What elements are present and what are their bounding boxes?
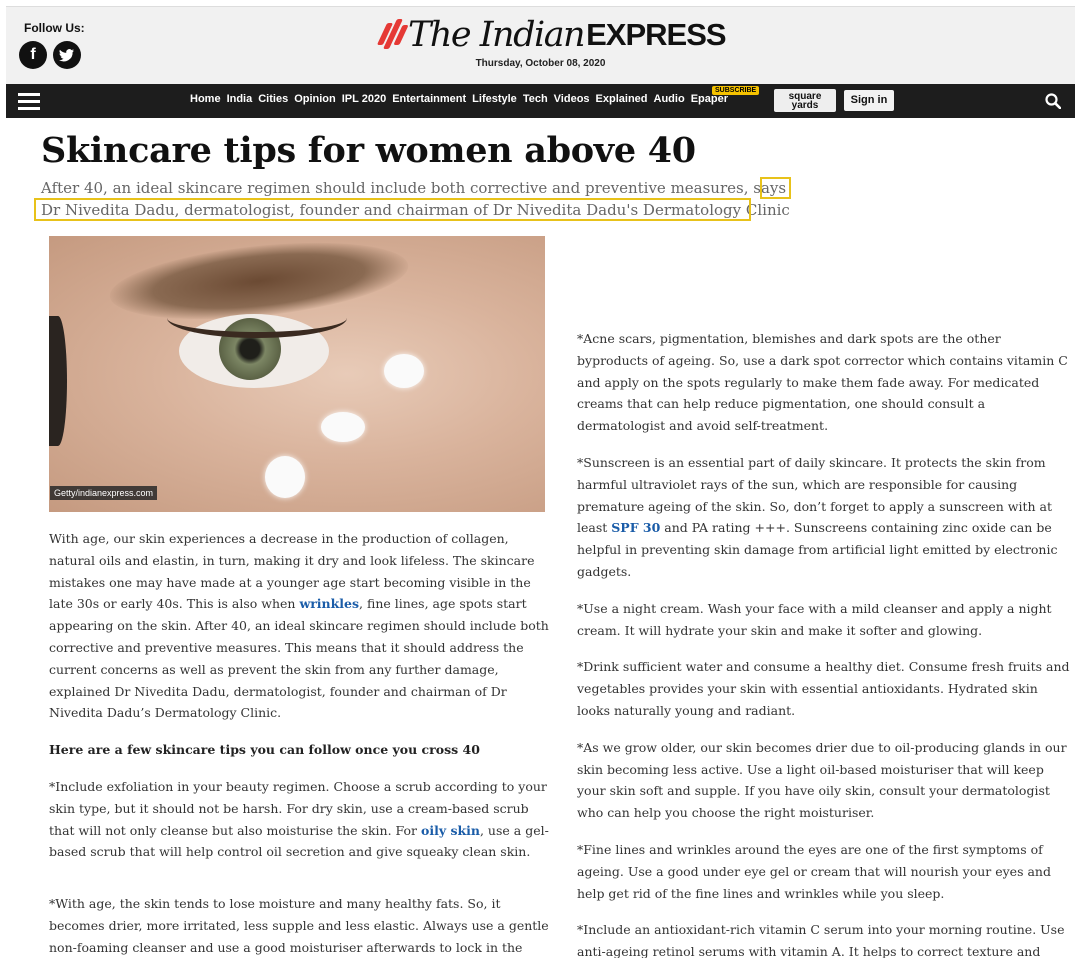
image-credit: Getty/indianexpress.com <box>50 486 158 500</box>
tip-moisture: *With age, the skin tends to lose moistu… <box>49 896 549 955</box>
nav-links: Home India Cities Opinion IPL 2020 Enter… <box>190 93 734 105</box>
logo-mark-icon <box>376 19 409 51</box>
search-icon[interactable] <box>1045 93 1061 109</box>
logo-text-express: EXPRESS <box>586 17 726 52</box>
shadow-shape <box>49 316 67 446</box>
follow-us-label: Follow Us: <box>24 21 85 35</box>
tip-dark-spots: *Acne scars, pigmentation, blemishes and… <box>577 331 1068 434</box>
nav-ipl-2020[interactable]: IPL 2020 <box>342 93 386 105</box>
nav-audio[interactable]: Audio <box>654 93 685 105</box>
main-navbar: Home India Cities Opinion IPL 2020 Enter… <box>6 84 1075 118</box>
tip-eye-gel: *Fine lines and wrinkles around the eyes… <box>577 841 1051 901</box>
article-title: Skincare tips for women above 40 <box>41 130 696 171</box>
article-image: Getty/indianexpress.com <box>49 236 545 512</box>
nav-videos[interactable]: Videos <box>554 93 590 105</box>
nav-tech[interactable]: Tech <box>523 93 548 105</box>
nav-entertainment[interactable]: Entertainment <box>392 93 466 105</box>
nav-india[interactable]: India <box>227 93 253 105</box>
tip-oil-moisturiser: *As we grow older, our skin becomes drie… <box>577 739 1067 821</box>
tip-night-cream: *Use a night cream. Wash your face with … <box>577 600 1052 638</box>
eyelid-shape <box>167 298 347 338</box>
tip-water-diet: *Drink sufficient water and consume a he… <box>577 659 1070 718</box>
highlight-box-2 <box>34 198 751 221</box>
square-yards-logo[interactable]: square yards <box>774 89 836 112</box>
tip-sunscreen: *Sunscreen is an essential part of daily… <box>577 452 1072 583</box>
spf-30-link[interactable]: SPF 30 <box>611 520 660 535</box>
intro-text-b: , fine lines, age spots start appearing … <box>49 596 549 721</box>
highlight-box-1 <box>760 177 791 199</box>
cream-dot-1 <box>384 354 424 388</box>
tip-vitamin-c: *Include an antioxidant-rich vitamin C s… <box>577 922 1065 958</box>
logo-text-the-indian: The Indian <box>408 15 586 55</box>
nav-opinion[interactable]: Opinion <box>294 93 336 105</box>
nav-cities[interactable]: Cities <box>258 93 288 105</box>
site-header: Follow Us: f The Indian EXPRESS Thursday… <box>6 6 1075 84</box>
nav-lifestyle[interactable]: Lifestyle <box>472 93 517 105</box>
wrinkles-link[interactable]: wrinkles <box>299 596 359 611</box>
oily-skin-link[interactable]: oily skin <box>421 823 480 838</box>
nav-home[interactable]: Home <box>190 93 221 105</box>
article-body-left: With age, our skin experiences a decreas… <box>49 528 549 958</box>
menu-icon[interactable] <box>18 93 40 110</box>
nav-explained[interactable]: Explained <box>596 93 648 105</box>
current-date: Thursday, October 08, 2020 <box>475 58 606 69</box>
tips-subheading: Here are a few skincare tips you can fol… <box>49 742 480 758</box>
cream-dot-3 <box>265 456 305 498</box>
cream-dot-2 <box>321 412 365 442</box>
article-body-right: *Acne scars, pigmentation, blemishes and… <box>577 328 1072 958</box>
tip-exfoliation: *Include exfoliation in your beauty regi… <box>49 776 549 863</box>
subscribe-badge[interactable]: SUBSCRIBE <box>712 86 760 95</box>
intro-paragraph: With age, our skin experiences a decreas… <box>49 528 549 724</box>
square-yards-text-2: yards <box>791 100 819 111</box>
sign-in-button[interactable]: Sign in <box>844 90 894 111</box>
site-logo[interactable]: The Indian EXPRESS <box>376 15 727 55</box>
